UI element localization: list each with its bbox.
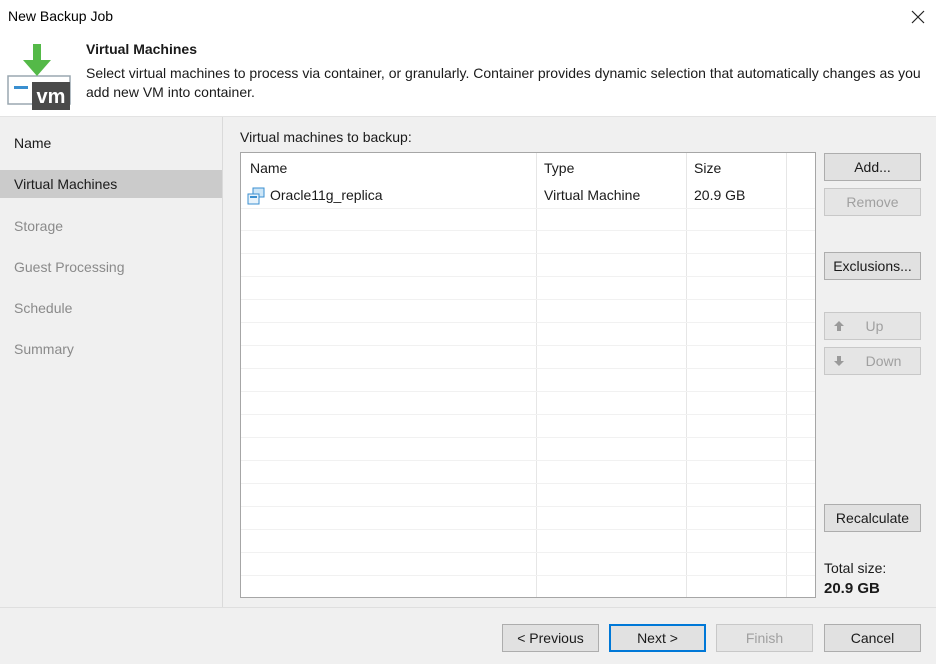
step-summary[interactable]: Summary [0, 335, 222, 363]
page-title: Virtual Machines [86, 41, 198, 57]
up-button-label: Up [865, 318, 884, 334]
down-button-label: Down [865, 353, 902, 369]
cancel-button[interactable]: Cancel [824, 624, 921, 652]
previous-button[interactable]: < Previous [502, 624, 599, 652]
step-virtual-machines[interactable]: Virtual Machines [0, 170, 222, 198]
column-header-name[interactable]: Name [250, 160, 287, 176]
footer-divider [0, 607, 936, 608]
vm-size: 20.9 GB [694, 187, 746, 203]
arrow-up-icon [834, 321, 844, 331]
finish-button[interactable]: Finish [716, 624, 813, 652]
column-header-type[interactable]: Type [544, 160, 574, 176]
next-button[interactable]: Next > [609, 624, 706, 652]
total-size-label: Total size: [824, 560, 887, 576]
step-guest-processing[interactable]: Guest Processing [0, 253, 222, 281]
column-divider [536, 153, 537, 597]
exclusions-button[interactable]: Exclusions... [824, 252, 921, 280]
vm-name: Oracle11g_replica [270, 187, 383, 203]
column-divider [686, 153, 687, 597]
add-button[interactable]: Add... [824, 153, 921, 181]
step-name[interactable]: Name [0, 129, 222, 157]
step-schedule[interactable]: Schedule [0, 294, 222, 322]
vm-type: Virtual Machine [544, 187, 641, 203]
vm-table[interactable]: Name Type Size Oracle11g_replica Virtual… [240, 152, 816, 598]
vm-list-label: Virtual machines to backup: [240, 129, 412, 145]
recalculate-button[interactable]: Recalculate [824, 504, 921, 532]
wizard-steps: Name Virtual Machines Storage Guest Proc… [0, 117, 222, 607]
table-row[interactable]: Oracle11g_replica Virtual Machine 20.9 G… [241, 185, 786, 207]
vm-download-icon: vm [7, 44, 71, 110]
up-button[interactable]: Up [824, 312, 921, 340]
down-button[interactable]: Down [824, 347, 921, 375]
column-divider [786, 153, 787, 597]
wizard-header: vm Virtual Machines Select virtual machi… [0, 34, 936, 116]
step-storage[interactable]: Storage [0, 212, 222, 240]
close-button[interactable] [902, 2, 934, 32]
svg-text:vm: vm [37, 86, 66, 108]
title-bar [0, 0, 936, 34]
remove-button[interactable]: Remove [824, 188, 921, 216]
arrow-down-icon [834, 356, 844, 366]
vm-icon [247, 187, 265, 205]
close-icon [911, 10, 925, 24]
sidebar-divider [222, 117, 223, 607]
window-title: New Backup Job [8, 8, 114, 24]
column-header-size[interactable]: Size [694, 160, 721, 176]
page-description: Select virtual machines to process via c… [86, 65, 921, 100]
total-size-value: 20.9 GB [824, 580, 880, 597]
